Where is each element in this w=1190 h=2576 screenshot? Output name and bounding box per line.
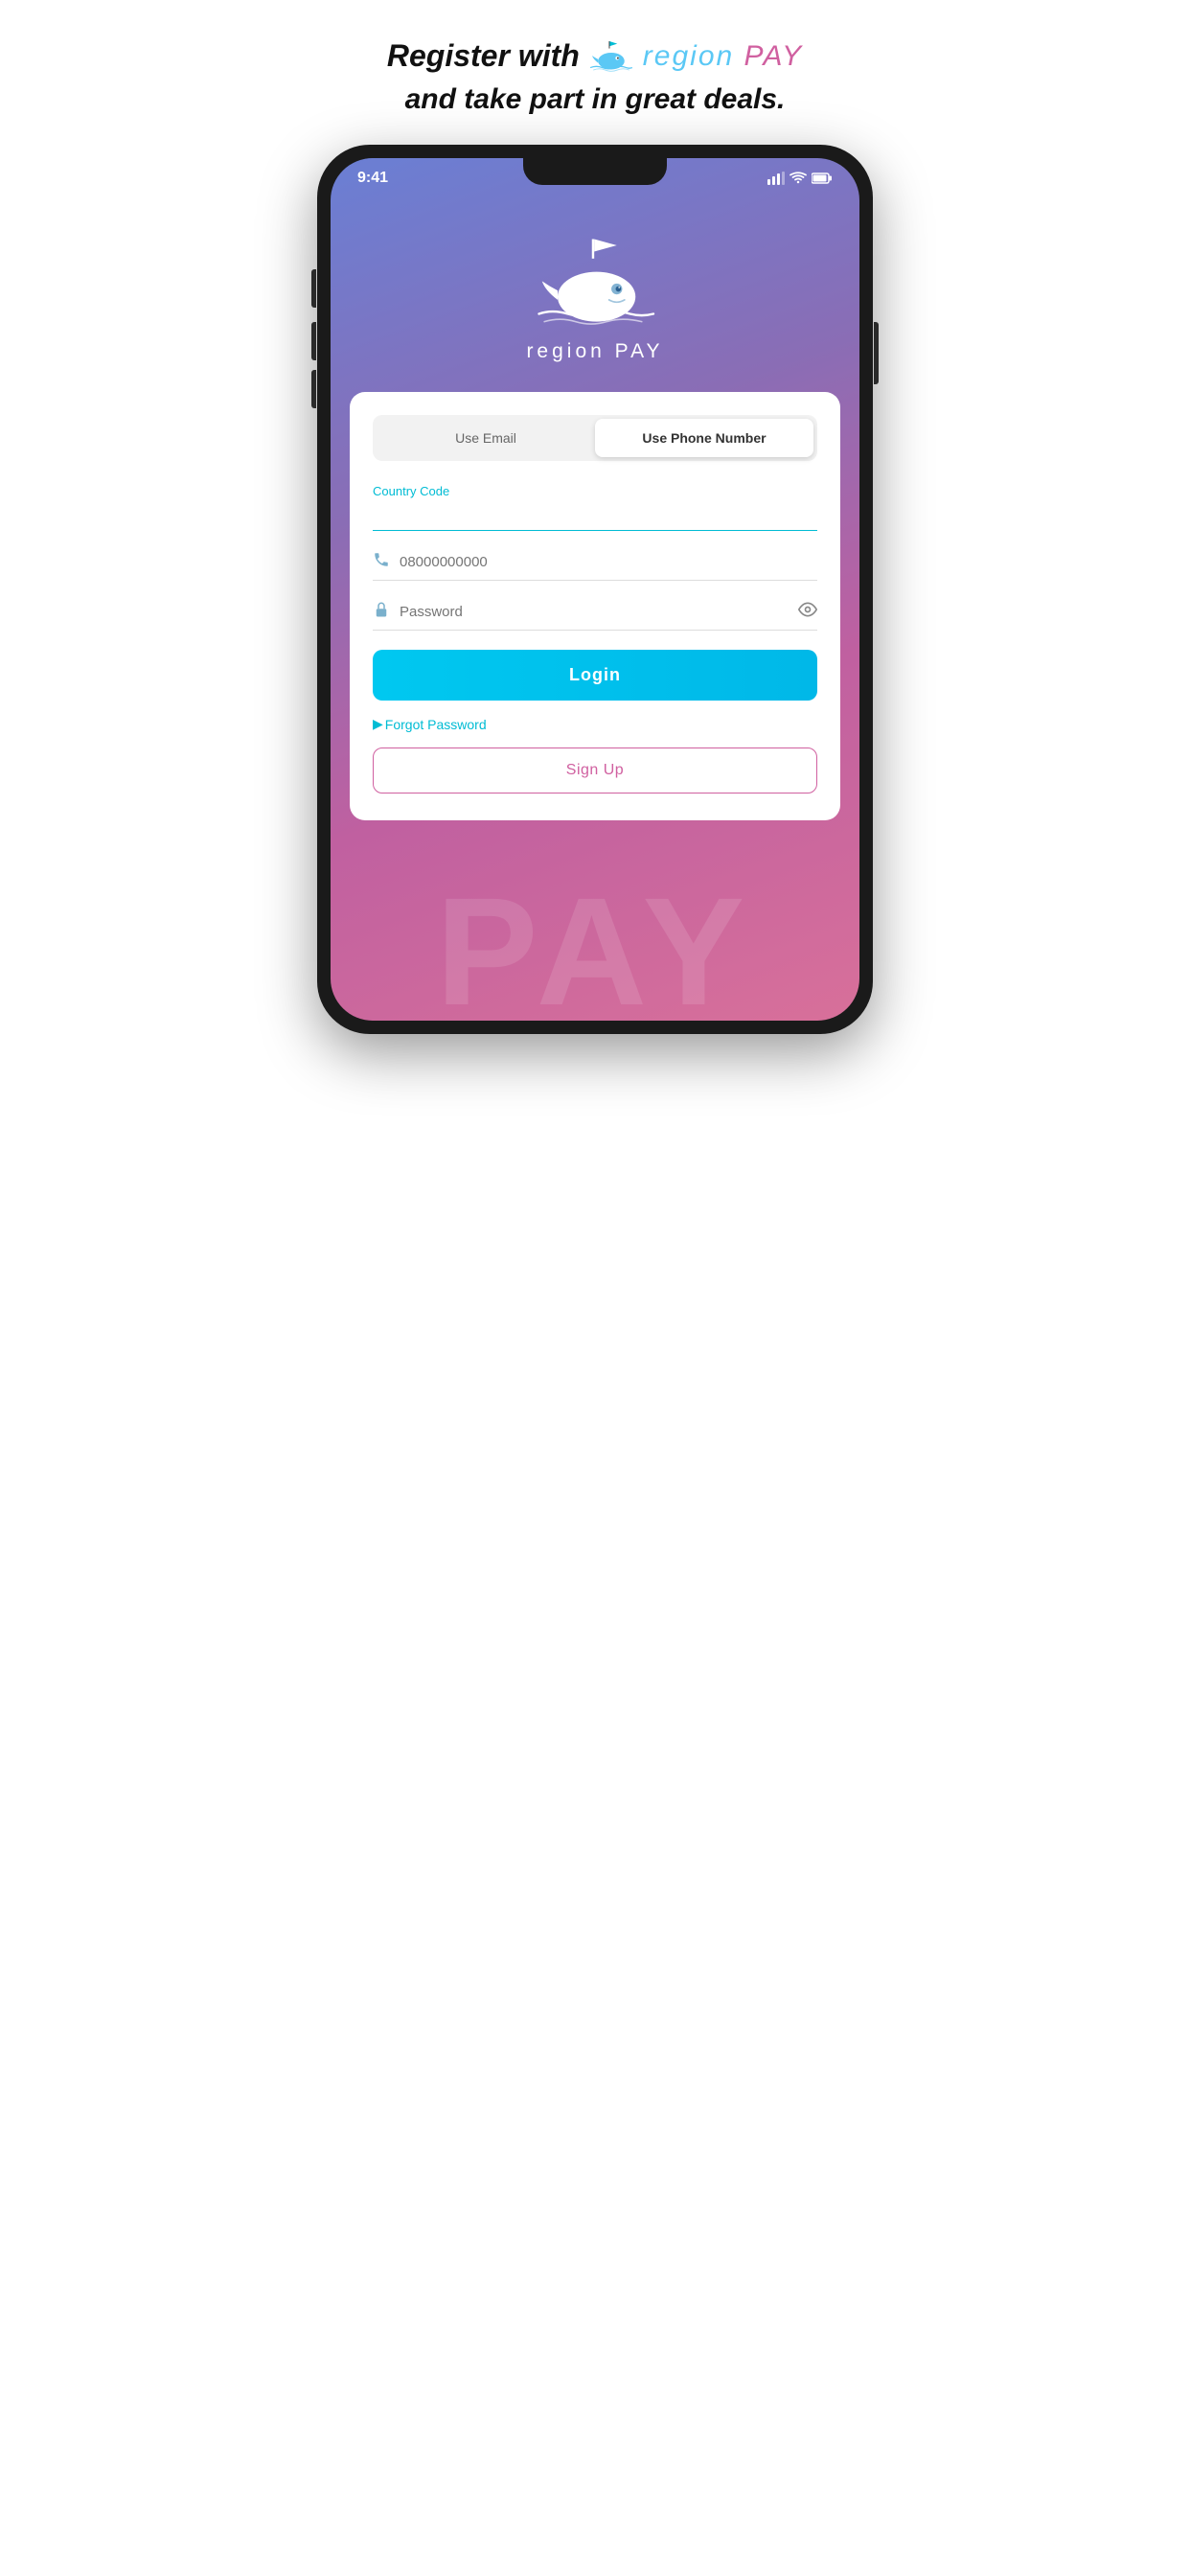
app-name-text: region PAY xyxy=(526,340,663,362)
phone-icon xyxy=(373,551,390,573)
app-logo-area: region PAY xyxy=(331,187,859,382)
whale-logo-main xyxy=(533,235,657,331)
header-prefix: Register with xyxy=(387,38,580,74)
status-time: 9:41 xyxy=(357,170,388,187)
logo-text: region PAY xyxy=(643,40,803,73)
country-code-label: Country Code xyxy=(373,484,817,498)
forgot-password-row: ▶ Forgot Password xyxy=(373,716,817,732)
password-visibility-toggle[interactable] xyxy=(798,600,817,624)
status-icons xyxy=(767,172,833,185)
volume-down-button xyxy=(311,322,316,360)
forgot-password-link[interactable]: Forgot Password xyxy=(385,717,487,732)
power-button xyxy=(874,322,879,384)
battery-icon xyxy=(812,172,833,184)
password-input[interactable] xyxy=(400,600,798,624)
header-line2: and take part in great deals. xyxy=(317,83,873,116)
header-section: Register with region PAY xyxy=(317,38,873,116)
signal-icon xyxy=(767,172,785,185)
use-phone-button[interactable]: Use Phone Number xyxy=(595,419,813,457)
login-card: Use Email Use Phone Number Country Code xyxy=(350,392,840,820)
phone-input[interactable] xyxy=(400,550,817,574)
header-line1: Register with region PAY xyxy=(317,38,873,74)
logo-inline xyxy=(587,39,635,74)
phone-field-wrapper xyxy=(373,550,817,581)
login-button[interactable]: Login xyxy=(373,650,817,701)
country-code-input[interactable] xyxy=(373,502,817,531)
auth-toggle: Use Email Use Phone Number xyxy=(373,415,817,461)
wifi-icon xyxy=(790,172,807,185)
app-name: region PAY xyxy=(526,338,663,363)
whale-logo-small xyxy=(587,39,635,74)
phone-frame: 9:41 xyxy=(317,145,873,1034)
signup-button[interactable]: Sign Up xyxy=(373,748,817,794)
notch xyxy=(523,158,667,185)
use-email-button[interactable]: Use Email xyxy=(377,419,595,457)
phone-screen: 9:41 xyxy=(331,158,859,1021)
lock-icon xyxy=(373,601,390,623)
forgot-arrow-icon: ▶ xyxy=(373,716,383,732)
silent-button xyxy=(311,370,316,408)
background-pay-text: PAY xyxy=(436,863,754,1021)
password-field-wrapper xyxy=(373,600,817,631)
volume-up-button xyxy=(311,269,316,308)
